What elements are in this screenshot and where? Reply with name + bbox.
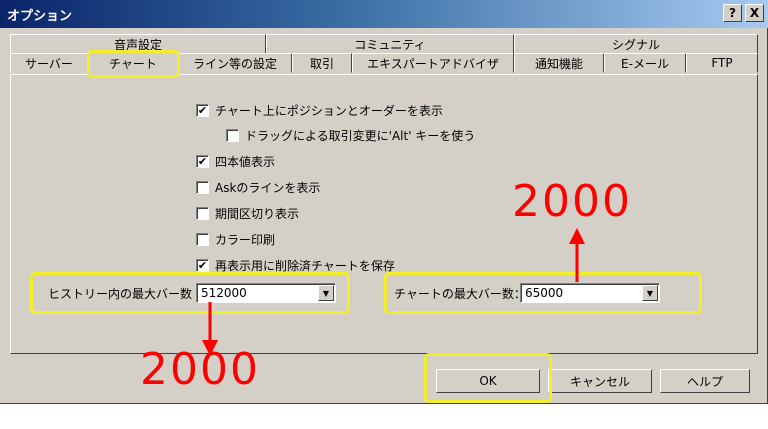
checkbox-save-deleted-charts[interactable]: ✔ 再表示用に削除済チャートを保存 bbox=[196, 256, 395, 274]
checkbox-box-icon[interactable] bbox=[196, 206, 209, 220]
tab-notifications[interactable]: 通知機能 bbox=[514, 53, 604, 73]
tab-signals[interactable]: シグナル bbox=[514, 34, 758, 54]
tab-line-settings[interactable]: ライン等の設定 bbox=[178, 53, 292, 73]
arrow-down-icon bbox=[202, 302, 218, 356]
cancel-button[interactable]: キャンセル bbox=[548, 369, 652, 393]
help-button[interactable]: ヘルプ bbox=[660, 369, 750, 393]
chart-max-bars-select[interactable]: 65000 ▼ bbox=[520, 283, 660, 303]
close-title-button[interactable]: X bbox=[745, 4, 764, 22]
help-title-button[interactable]: ? bbox=[723, 4, 742, 22]
tab-trade[interactable]: 取引 bbox=[292, 53, 352, 73]
checkbox-show-positions-orders[interactable]: ✔ チャート上にポジションとオーダーを表示 bbox=[196, 101, 443, 119]
checkbox-box-icon[interactable] bbox=[226, 128, 239, 142]
options-dialog: オプション ? X 音声設定 コミュニティ シグナル サーバー チャート ライン… bbox=[0, 0, 768, 404]
checkbox-period-separators[interactable]: 期間区切り表示 bbox=[196, 204, 299, 222]
tab-email[interactable]: E-メール bbox=[604, 53, 686, 73]
checkmark-icon[interactable]: ✔ bbox=[196, 154, 209, 168]
arrow-up-icon bbox=[569, 228, 585, 282]
checkbox-color-print[interactable]: カラー印刷 bbox=[196, 230, 275, 248]
checkmark-icon[interactable]: ✔ bbox=[196, 258, 209, 272]
chevron-down-icon[interactable]: ▼ bbox=[318, 285, 334, 301]
chevron-down-icon[interactable]: ▼ bbox=[642, 285, 658, 301]
annotation-chart-value: 2000 bbox=[512, 176, 632, 227]
checkbox-box-icon[interactable] bbox=[196, 232, 209, 246]
tab-expert-advisors[interactable]: エキスパートアドバイザ bbox=[352, 53, 514, 73]
checkbox-ask-line[interactable]: Askのラインを表示 bbox=[196, 178, 320, 196]
checkmark-icon[interactable]: ✔ bbox=[196, 103, 209, 117]
checkbox-alt-drag[interactable]: ドラッグによる取引変更に'Alt' キーを使う bbox=[226, 126, 475, 144]
tab-community[interactable]: コミュニティ bbox=[266, 34, 514, 54]
checkbox-ohlc[interactable]: ✔ 四本値表示 bbox=[196, 152, 275, 170]
tab-ftp[interactable]: FTP bbox=[686, 53, 758, 73]
ok-button[interactable]: OK bbox=[436, 369, 540, 393]
title-bar: オプション ? X bbox=[0, 0, 768, 28]
tab-server[interactable]: サーバー bbox=[10, 53, 88, 73]
checkbox-box-icon[interactable] bbox=[196, 180, 209, 194]
history-max-bars-label: ヒストリー内の最大バー数 bbox=[48, 287, 193, 301]
tab-chart[interactable]: チャート bbox=[88, 51, 178, 75]
window-title: オプション bbox=[7, 9, 73, 24]
chart-max-bars-label: チャートの最大バー数： bbox=[394, 287, 526, 301]
